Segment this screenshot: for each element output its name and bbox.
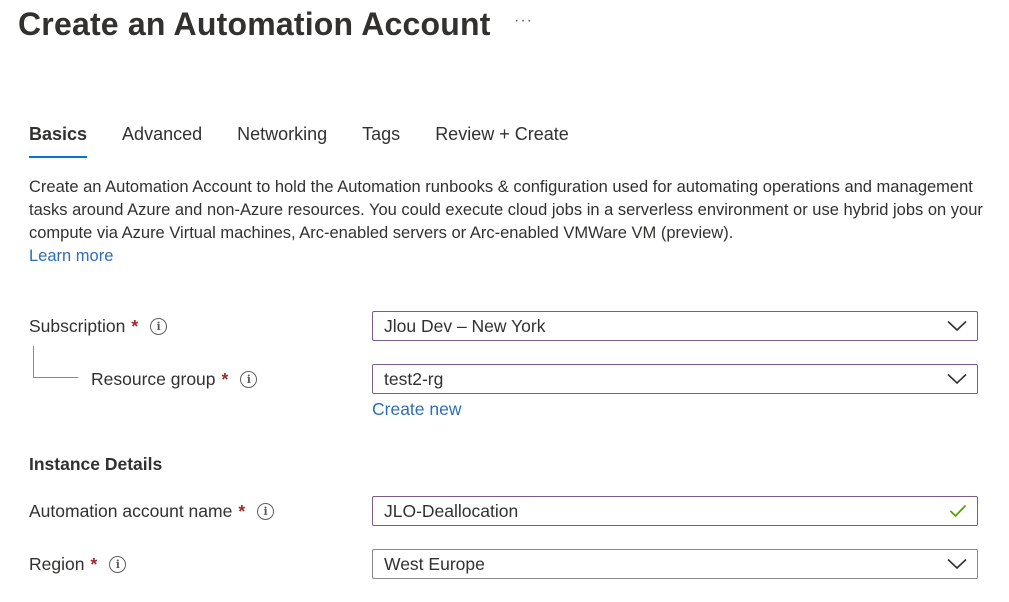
- tab-networking[interactable]: Networking: [237, 124, 327, 158]
- required-marker: *: [238, 501, 246, 521]
- subscription-dropdown[interactable]: Jlou Dev – New York: [372, 311, 978, 341]
- required-marker: *: [131, 316, 139, 336]
- subscription-label: Subscription * i: [29, 316, 168, 337]
- resource-group-label: Resource group * i: [91, 369, 258, 390]
- subscription-value: Jlou Dev – New York: [384, 315, 546, 336]
- region-dropdown[interactable]: West Europe: [372, 549, 978, 579]
- learn-more-link[interactable]: Learn more: [29, 247, 113, 265]
- resource-group-label-text: Resource group: [91, 369, 216, 389]
- chevron-down-icon: [947, 558, 967, 570]
- region-value: West Europe: [384, 553, 485, 574]
- checkmark-icon: [949, 504, 967, 518]
- resource-group-dropdown[interactable]: test2-rg: [372, 364, 978, 394]
- tab-advanced[interactable]: Advanced: [122, 124, 202, 158]
- tab-review-create[interactable]: Review + Create: [435, 124, 569, 158]
- more-icon[interactable]: ···: [514, 12, 533, 30]
- region-label-text: Region: [29, 554, 85, 574]
- instance-details-heading: Instance Details: [29, 454, 163, 474]
- description: Create an Automation Account to hold the…: [29, 176, 989, 268]
- info-icon[interactable]: i: [257, 503, 275, 520]
- tab-bar: Basics Advanced Networking Tags Review +…: [29, 124, 604, 158]
- account-name-label-text: Automation account name: [29, 501, 233, 521]
- required-marker: *: [221, 369, 229, 389]
- account-name-label: Automation account name * i: [29, 501, 275, 522]
- tree-connector: [33, 346, 78, 378]
- chevron-down-icon: [947, 320, 967, 332]
- resource-group-value: test2-rg: [384, 368, 444, 389]
- create-new-link[interactable]: Create new: [372, 399, 462, 420]
- description-text: Create an Automation Account to hold the…: [29, 178, 983, 242]
- info-icon[interactable]: i: [150, 318, 168, 335]
- page-title: Create an Automation Account: [18, 6, 491, 42]
- region-label: Region * i: [29, 554, 127, 575]
- required-marker: *: [90, 554, 98, 574]
- account-name-value: JLO-Deallocation: [384, 500, 519, 521]
- subscription-label-text: Subscription: [29, 316, 126, 336]
- tab-tags[interactable]: Tags: [362, 124, 400, 158]
- tab-basics[interactable]: Basics: [29, 124, 88, 158]
- info-icon[interactable]: i: [109, 556, 127, 573]
- account-name-input[interactable]: JLO-Deallocation: [372, 496, 978, 526]
- info-icon[interactable]: i: [240, 371, 258, 388]
- chevron-down-icon: [947, 373, 967, 385]
